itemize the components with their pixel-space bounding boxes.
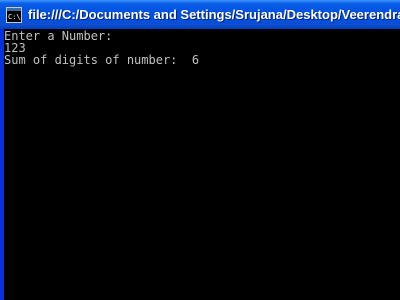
console-icon[interactable]: C:\ [6, 6, 22, 23]
console-line-prompt: Enter a Number: [4, 29, 113, 43]
title-bar[interactable]: C:\ file:///C:/Documents and Settings/Sr… [0, 0, 400, 29]
console-window: C:\ file:///C:/Documents and Settings/Sr… [0, 0, 400, 300]
window-title: file:///C:/Documents and Settings/Srujan… [28, 7, 400, 22]
console-output[interactable]: Enter a Number: 123 Sum of digits of num… [4, 29, 400, 300]
console-line-result: Sum of digits of number: 6 [4, 53, 200, 67]
svg-text:C:\: C:\ [8, 13, 21, 21]
